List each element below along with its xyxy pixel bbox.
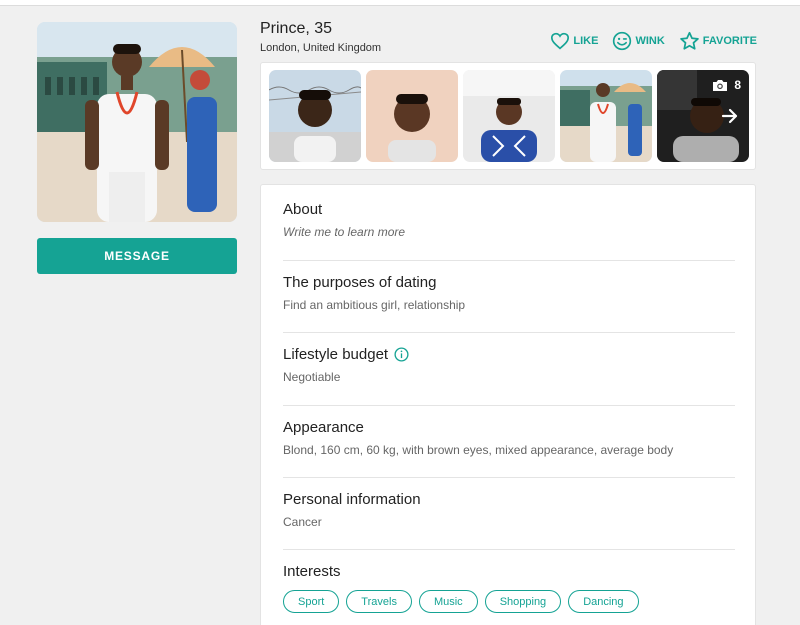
favorite-button[interactable]: FAVORITE (679, 31, 757, 51)
appearance-text: Blond, 160 cm, 60 kg, with brown eyes, m… (283, 443, 674, 457)
wink-smiley-icon (613, 31, 632, 51)
gallery-thumbnail[interactable] (269, 70, 361, 162)
interests-title: Interests (283, 563, 341, 580)
gallery-thumbnail[interactable] (463, 70, 555, 162)
section-title: Personal information (283, 491, 735, 508)
thumbnail-image (463, 70, 555, 162)
wink-label: WINK (635, 35, 665, 47)
message-button[interactable]: MESSAGE (37, 238, 237, 274)
wink-button[interactable]: WINK (612, 31, 665, 51)
interest-tags: Sport Travels Music Shopping Dancing (283, 590, 735, 613)
about-title: About (283, 201, 323, 218)
profile-info-panel: About Write me to learn more The purpose… (260, 184, 756, 625)
like-button[interactable]: LIKE (550, 32, 598, 50)
photo-count-value: 8 (734, 78, 741, 92)
camera-icon (713, 79, 728, 91)
interest-tag[interactable]: Travels (346, 590, 412, 613)
purposes-text: Find an ambitious girl, relationship (283, 298, 466, 312)
about-section: About Write me to learn more (283, 201, 735, 261)
thumbnail-image (269, 70, 361, 162)
gallery-thumbnail[interactable] (560, 70, 652, 162)
photo-count-badge: 8 (712, 78, 741, 92)
section-title: Appearance (283, 419, 735, 436)
gallery-next-button[interactable] (717, 103, 743, 129)
about-text: Write me to learn more (283, 225, 406, 239)
interest-tag[interactable]: Shopping (484, 590, 562, 613)
arrow-right-icon (721, 108, 738, 124)
purposes-title: The purposes of dating (283, 274, 437, 291)
info-icon[interactable] (394, 347, 409, 362)
main-profile-photo[interactable] (37, 22, 237, 222)
profile-actions: LIKE WINK FAVORITE (550, 31, 757, 51)
like-label: LIKE (573, 35, 599, 47)
appearance-section: Appearance Blond, 160 cm, 60 kg, with br… (283, 419, 735, 478)
star-icon (679, 31, 699, 50)
interest-tag[interactable]: Sport (283, 590, 340, 613)
thumbnail-image (560, 70, 652, 162)
interests-section: Interests Sport Travels Music Shopping D… (283, 563, 735, 613)
section-title: Lifestyle budget (283, 346, 735, 363)
personal-text: Cancer (283, 515, 322, 529)
section-title: About (283, 201, 735, 218)
lifestyle-text: Negotiable (283, 370, 341, 384)
profile-name-age: Prince, 35 (260, 20, 333, 37)
personal-title: Personal information (283, 491, 421, 508)
purposes-section: The purposes of dating Find an ambitious… (283, 274, 735, 333)
section-title: Interests (283, 563, 735, 580)
section-title: The purposes of dating (283, 274, 735, 291)
appearance-title: Appearance (283, 419, 364, 436)
favorite-label: FAVORITE (702, 35, 757, 47)
top-bar (0, 0, 800, 6)
thumbnail-image (366, 70, 458, 162)
interest-tag[interactable]: Dancing (568, 590, 639, 613)
gallery-thumbnail[interactable]: 8 (657, 70, 749, 162)
lifestyle-title: Lifestyle budget (283, 346, 389, 363)
gallery-thumbnail[interactable] (366, 70, 458, 162)
lifestyle-section: Lifestyle budget Negotiable (283, 346, 735, 406)
personal-section: Personal information Cancer (283, 491, 735, 550)
photo-gallery: 8 (260, 62, 756, 170)
main-photo-image (37, 22, 237, 222)
interest-tag[interactable]: Music (418, 590, 478, 613)
heart-icon (551, 32, 570, 50)
profile-location: London, United Kingdom (260, 42, 382, 54)
